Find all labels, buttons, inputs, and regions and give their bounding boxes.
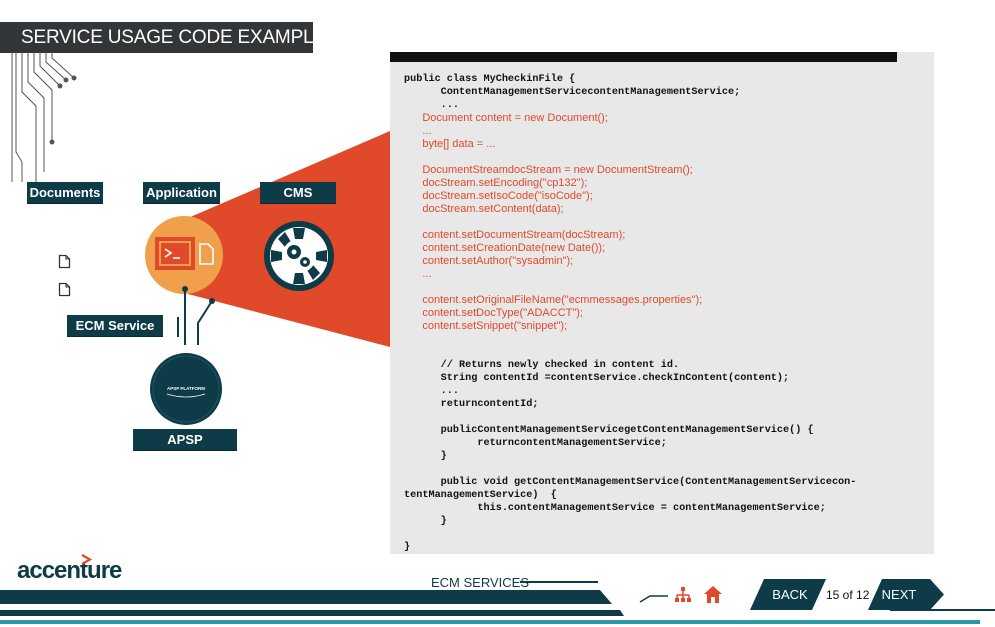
code-line: this.contentManagementService = contentM… [404,503,826,514]
application-node [145,216,223,294]
home-icon[interactable] [703,585,723,604]
back-button[interactable]: BACK [762,579,818,610]
code-line: docStream.setIsoCode("isoCode"); [404,190,593,202]
sitemap-icon[interactable] [674,586,692,604]
code-line: content.setDocumentStream(docStream); [404,229,626,241]
code-panel: public class MyCheckinFile { ContentMana… [390,52,934,554]
code-line: ... [404,386,460,397]
apsp-badge-text: APSP PLATFORM [166,386,206,391]
code-line: returncontentId; [404,399,539,410]
document-icon [58,254,71,269]
code-line: ... [404,268,432,280]
connector-lines [177,286,215,345]
code-line: // Returns newly checked in content id. [404,360,680,371]
code-line: Document content = new Document(); [404,112,608,124]
code-line: String contentId =contentService.checkIn… [404,373,790,384]
code-line: content.setCreationDate(new Date()); [404,242,606,254]
page-indicator: 15 of 12 [826,588,870,602]
ecm-service-label: ECM Service [67,315,163,337]
code-line: content.setOriginalFileName("ecmmessages… [404,294,703,306]
code-line: byte[] data = ... [404,138,496,150]
code-line: } [404,516,447,527]
code-line: public void getContentManagementService(… [404,477,857,488]
code-line: } [404,542,411,553]
code-line: publicContentManagementServicegetContent… [404,425,814,436]
code-line: content.setDocType("ADACCT"); [404,307,583,319]
code-line: content.setSnippet("snippet"); [404,320,568,332]
code-line: tentManagementService) { [404,490,557,501]
documents-label: Documents [27,182,103,204]
code-panel-topbar [390,52,897,62]
code-line: } [404,451,447,462]
apsp-platform-label: APSP PLATFORM [133,429,237,469]
cms-label: CMS [260,182,336,204]
accenture-chevron-icon [81,554,92,565]
cms-gear-icon [264,221,334,291]
next-button[interactable]: NEXT [874,579,924,610]
code-line: docStream.setEncoding("cp132"); [404,177,588,189]
code-line: ... [404,100,460,111]
document-icon [58,282,71,297]
code-block: public class MyCheckinFile { ContentMana… [404,73,856,554]
code-line: docStream.setContent(data); [404,203,564,215]
code-line: DocumentStreamdocStream = new DocumentSt… [404,164,693,176]
code-line: public class MyCheckinFile { [404,74,576,85]
code-line: content.setAuthor("sysadmin"); [404,255,574,267]
code-line: ... [404,125,432,137]
code-line: returncontentManagementService; [404,438,667,449]
code-line: ContentManagementServicecontentManagemen… [404,87,741,98]
application-label: Application [143,182,220,204]
